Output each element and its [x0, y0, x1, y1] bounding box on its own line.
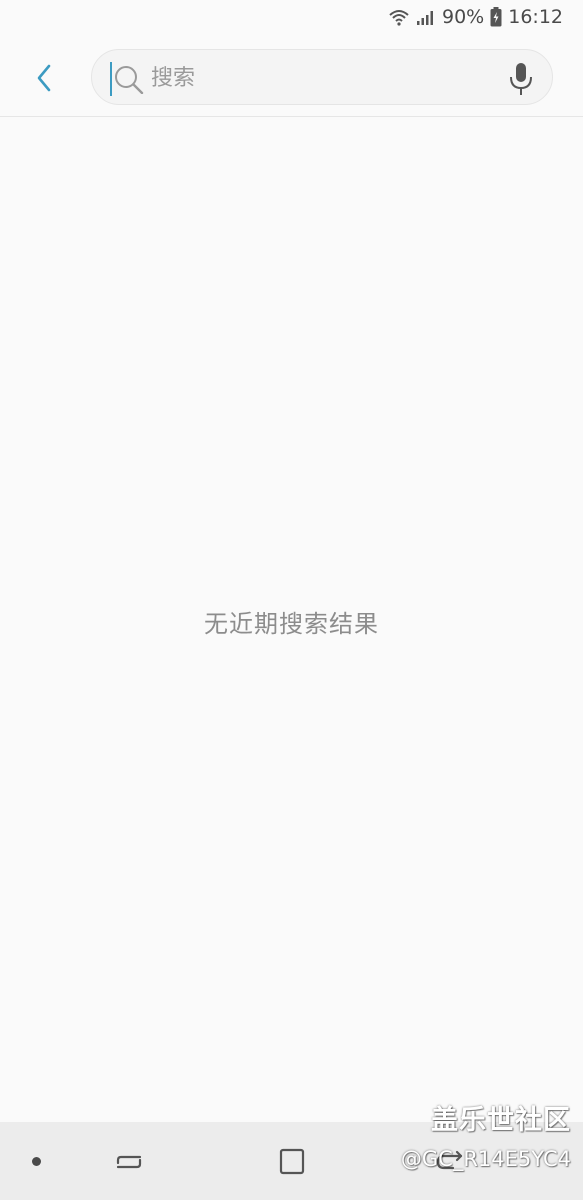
battery-percent: 90%	[442, 6, 485, 28]
search-header	[0, 40, 583, 117]
nav-indicator-dot[interactable]	[32, 1157, 41, 1166]
clock: 16:12	[508, 6, 563, 28]
watermark-user: @GC_R14E5YC4	[400, 1147, 571, 1171]
status-bar: 90% 16:12	[0, 0, 583, 40]
chevron-left-icon	[37, 64, 51, 92]
home-button[interactable]	[272, 1144, 312, 1180]
recent-apps-button[interactable]	[108, 1144, 150, 1180]
signal-icon	[416, 8, 436, 26]
search-icon	[112, 64, 146, 98]
microphone-icon	[510, 63, 532, 95]
watermark: 盖乐世社区 @GC_R14E5YC4	[401, 1102, 571, 1174]
watermark-title: 盖乐世社区	[431, 1105, 571, 1136]
recent-apps-icon	[116, 1155, 142, 1169]
empty-state-message: 无近期搜索结果	[204, 610, 379, 638]
voice-search-button[interactable]	[506, 62, 536, 96]
home-icon	[279, 1148, 305, 1175]
battery-charging-icon	[490, 7, 502, 27]
back-button[interactable]	[24, 58, 64, 98]
wifi-icon	[388, 8, 410, 26]
search-input[interactable]	[151, 58, 481, 98]
search-bar[interactable]	[91, 49, 553, 105]
status-icons: 90% 16:12	[388, 6, 563, 28]
